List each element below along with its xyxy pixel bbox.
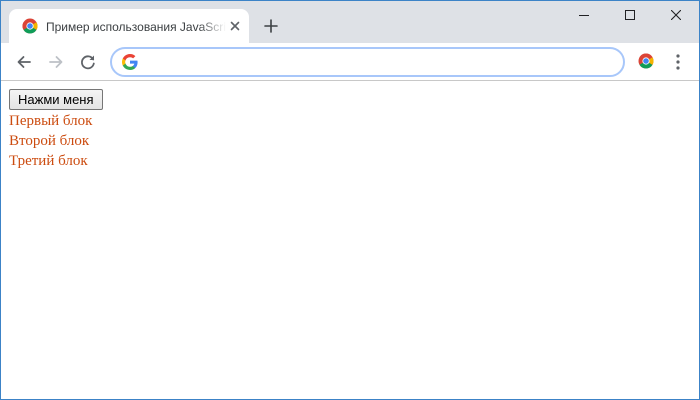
window-maximize-button[interactable] — [607, 1, 653, 31]
tab-strip: Пример использования JavaScript — [1, 1, 699, 43]
address-bar[interactable] — [110, 47, 625, 77]
kebab-menu-icon[interactable] — [668, 53, 688, 71]
tab-title: Пример использования JavaScript — [46, 20, 226, 34]
third-block: Третий блок — [9, 153, 88, 169]
first-block: Первый блок — [9, 113, 93, 129]
window-close-button[interactable] — [653, 1, 699, 31]
browser-tab[interactable]: Пример использования JavaScript — [9, 9, 249, 43]
plus-icon[interactable] — [261, 16, 281, 36]
second-block: Второй блок — [9, 133, 90, 149]
chrome-logo-icon[interactable] — [638, 53, 654, 69]
window-minimize-button[interactable] — [561, 1, 607, 31]
browser-window: Пример использования JavaScript Нажми ме… — [0, 0, 700, 400]
page-content: Нажми меня Первый блок Второй блок Трети… — [1, 81, 699, 399]
click-me-button[interactable]: Нажми меня — [9, 89, 103, 110]
minimize-icon — [579, 15, 589, 16]
arrow-left-icon[interactable] — [14, 52, 34, 72]
maximize-icon — [625, 10, 635, 20]
address-input[interactable] — [146, 52, 606, 72]
chrome-logo-icon — [22, 18, 38, 34]
arrow-right-icon[interactable] — [46, 52, 66, 72]
close-icon[interactable] — [227, 18, 243, 34]
close-icon — [671, 10, 681, 20]
browser-toolbar — [1, 43, 699, 81]
google-g-icon — [122, 54, 138, 70]
reload-icon[interactable] — [78, 52, 98, 72]
